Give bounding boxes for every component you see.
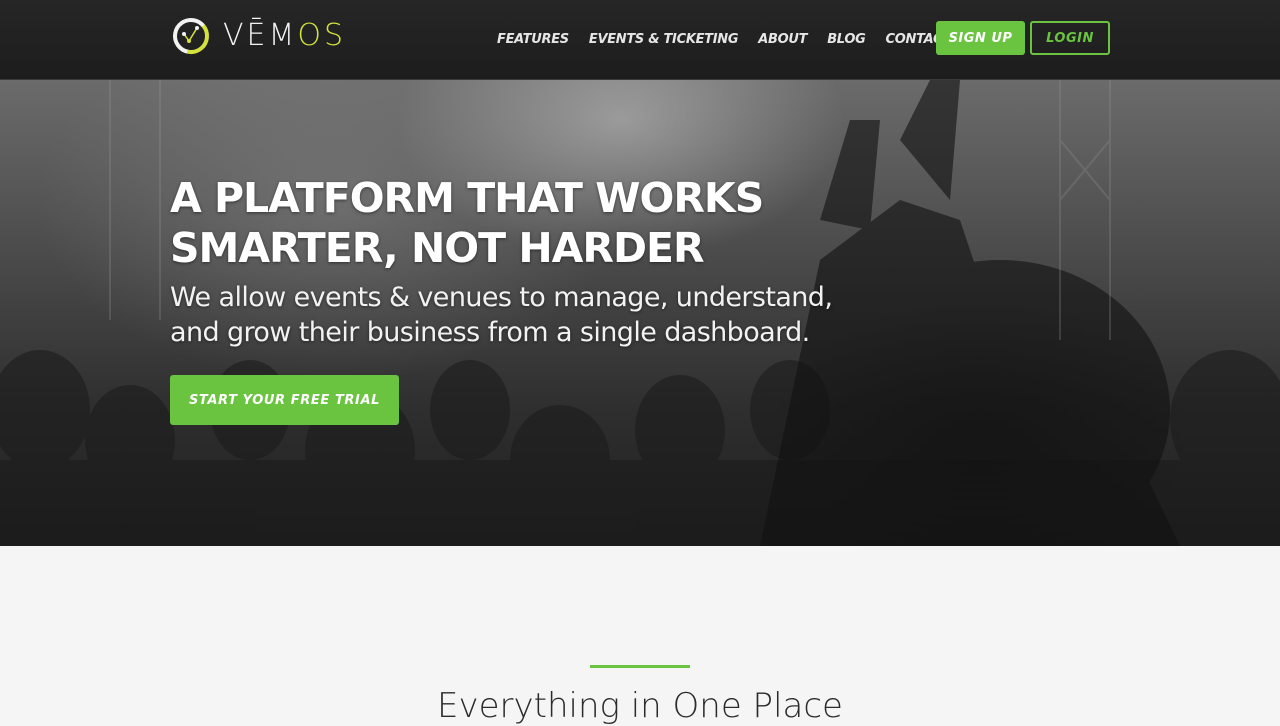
hero-title-line-2: SMARTER, NOT HARDER [170,224,705,272]
hero-subtitle-line-2: and grow their business from a single da… [170,317,810,348]
section-title: Everything in One Place [437,686,843,726]
nav-blog[interactable]: BLOG [827,30,866,50]
main-nav: FEATURES EVENTS & TICKETING ABOUT BLOG C… [497,30,971,50]
start-free-trial-button[interactable]: START YOUR FREE TRIAL [170,375,399,425]
site-header: VĒMOS FEATURES EVENTS & TICKETING ABOUT … [0,0,1280,80]
nav-events-ticketing[interactable]: EVENTS & TICKETING [589,30,739,50]
nav-about[interactable]: ABOUT [758,30,807,50]
hero-subtitle-line-1: We allow events & venues to manage, unde… [170,282,833,313]
hero-title-line-1: A PLATFORM THAT WORKS [170,174,764,222]
nav-features[interactable]: FEATURES [497,30,569,50]
hero-section: A PLATFORM THAT WORKS SMARTER, NOT HARDE… [0,80,1280,546]
logo-icon [173,18,210,54]
signup-button[interactable]: SIGN UP [936,21,1025,55]
section-divider [590,665,690,668]
logo[interactable]: VĒMOS [171,16,346,56]
hero-subtitle: We allow events & venues to manage, unde… [170,280,890,350]
login-button[interactable]: LOGIN [1030,21,1110,55]
hero-title: A PLATFORM THAT WORKS SMARTER, NOT HARDE… [170,173,870,273]
logo-wordmark: VĒMOS [223,18,347,53]
